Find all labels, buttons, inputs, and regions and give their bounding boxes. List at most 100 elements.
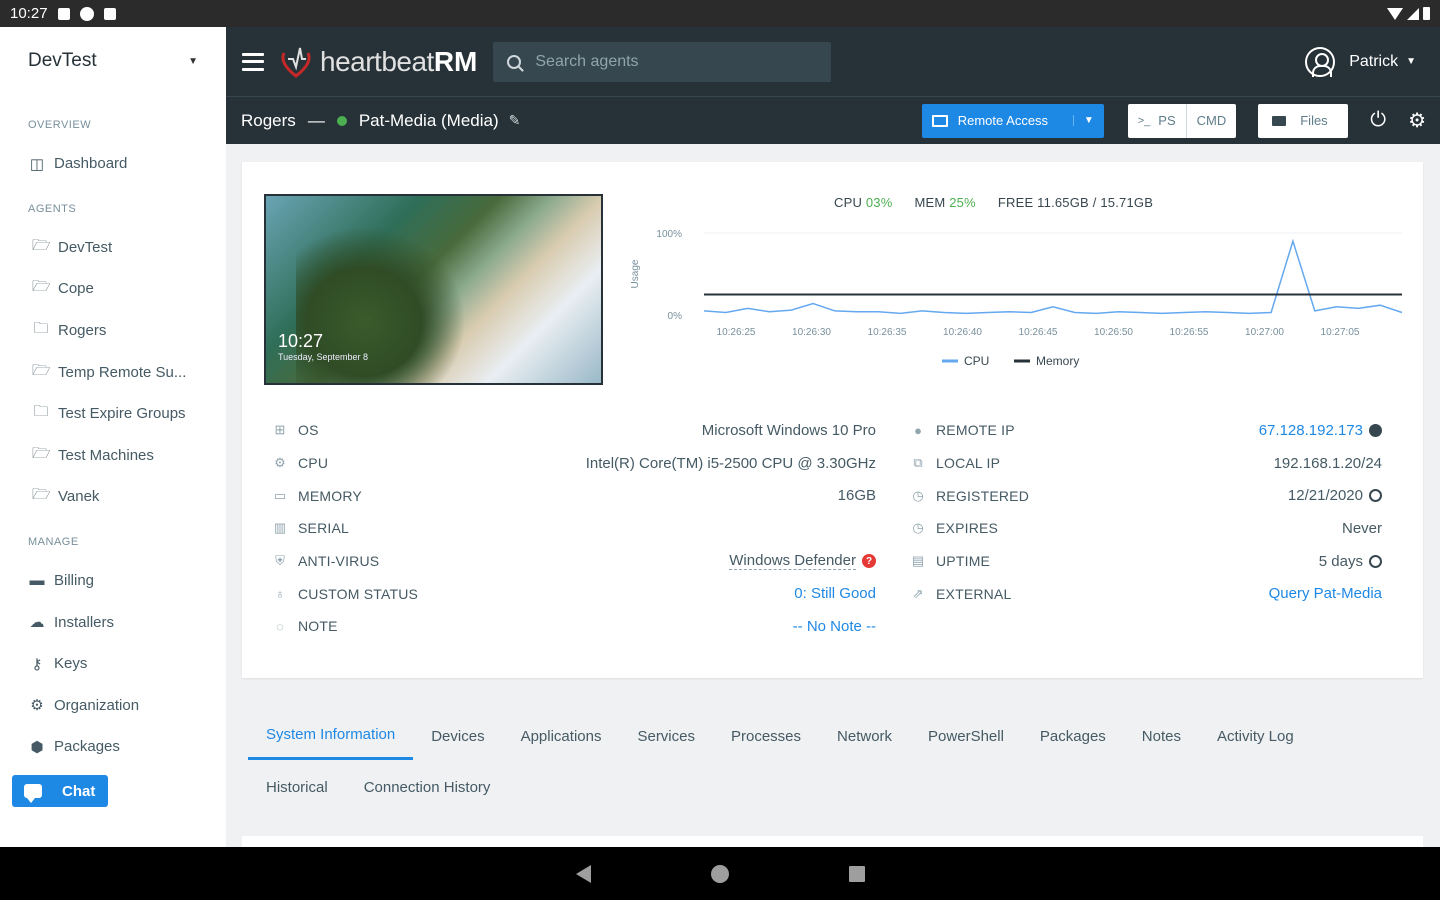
sidebar-item-keys[interactable]: ⚷ Keys (0, 643, 226, 685)
barcode-icon: ▥ (273, 520, 287, 536)
help-icon[interactable]: ? (862, 554, 876, 569)
user-name: Patrick (1349, 52, 1399, 70)
agent-overview-card: 10:27 Tuesday, September 8 CPU 03% MEM 2… (242, 162, 1423, 678)
chat-button[interactable]: Chat (12, 775, 108, 807)
sidebar-item-installers[interactable]: ☁ Installers (0, 601, 226, 643)
sidebar-item-billing[interactable]: ▬ Billing (0, 560, 226, 602)
info-label: CUSTOM STATUS (298, 585, 419, 602)
server-icon: ▤ (911, 553, 925, 569)
subtab-historical[interactable]: Historical (248, 770, 346, 804)
tab-system-information[interactable]: System Information (248, 712, 414, 760)
info-value[interactable]: Windows Defender? (729, 552, 876, 571)
folder-open-icon: 🗁 (32, 444, 51, 462)
app-logo: heartbeat RM (280, 45, 477, 79)
wifi-icon (1387, 7, 1403, 20)
key-icon: ⚷ (31, 655, 43, 673)
sidebar-item-test-machines[interactable]: 🗁 Test Machines (0, 435, 226, 477)
sidebar-item-label: Temp Remote Su... (58, 363, 187, 381)
x-tick-label: 10:26:35 (868, 327, 907, 338)
info-row-os: ⊞ OS Microsoft Windows 10 Pro (272, 414, 876, 447)
remote-access-button[interactable]: Remote Access ▼ (921, 103, 1104, 138)
info-row-note: ◌ NOTE -- No Note -- (272, 610, 876, 643)
comment-icon: ◌ (276, 618, 284, 634)
thumbnail-time: 10:27 (278, 331, 324, 351)
cmd-button[interactable]: CMD (1185, 103, 1237, 138)
user-menu[interactable]: Patrick ▼ (1305, 46, 1416, 77)
battery-icon (1423, 7, 1430, 20)
sidebar-item-test-expire-groups[interactable]: 🗀 Test Expire Groups (0, 393, 226, 435)
info-value: 16GB (838, 487, 876, 504)
tab-processes[interactable]: Processes (713, 712, 819, 760)
tab-powershell[interactable]: PowerShell (910, 712, 1022, 760)
storage-icon (103, 7, 116, 20)
recents-icon[interactable] (848, 865, 865, 882)
folder-icon: 🗀 (33, 320, 49, 338)
x-tick-label: 10:26:40 (943, 327, 982, 338)
info-value: 192.168.1.20/24 (1274, 455, 1382, 472)
info-value[interactable]: 67.128.192.173 (1259, 422, 1382, 439)
org-selector[interactable]: DevTest ▼ (0, 27, 226, 95)
powershell-button[interactable]: >_ PS (1128, 104, 1186, 138)
remote-access-label: Remote Access (957, 113, 1049, 128)
sidebar-item-temp-remote[interactable]: 🗁 Temp Remote Su... (0, 351, 226, 393)
sidebar-item-dashboard[interactable]: ◫ Dashboard (0, 143, 226, 185)
caret-down-icon[interactable]: ▼ (1072, 115, 1094, 126)
tab-applications[interactable]: Applications (503, 712, 620, 760)
info-row-external: ⇗ EXTERNAL Query Pat-Media (910, 577, 1382, 610)
info-row-registered: ◷ REGISTERED 12/21/2020 (910, 479, 1382, 512)
info-value[interactable]: 0: Still Good (794, 585, 876, 602)
x-tick-label: 10:26:55 (1170, 327, 1209, 338)
info-row-serial: ▥ SERIAL (272, 512, 876, 545)
subtab-connection-history[interactable]: Connection History (346, 770, 509, 804)
legend-label-cpu: CPU (964, 354, 989, 368)
sidebar-item-label: Installers (54, 613, 115, 631)
folder-open-icon: 🗁 (32, 486, 51, 504)
info-value: Never (1342, 520, 1382, 537)
clock-icon: ◷ (912, 520, 924, 536)
power-icon[interactable]: ⏻ (1370, 109, 1386, 132)
free-stat-label: FREE (997, 195, 1034, 210)
section-manage: MANAGE (28, 535, 79, 548)
folder-icon: 🗀 (33, 403, 49, 421)
sidebar-item-rogers[interactable]: 🗀 Rogers (0, 310, 226, 352)
logo-text: heartbeat (320, 45, 434, 77)
info-row-local-ip: ⧉ LOCAL IP 192.168.1.20/24 (910, 447, 1382, 480)
search-box (493, 41, 832, 82)
tab-services[interactable]: Services (619, 712, 713, 760)
info-label: UPTIME (936, 553, 991, 570)
tab-network[interactable]: Network (819, 712, 910, 760)
edit-pencil-icon[interactable]: ✎ (509, 112, 521, 129)
sidebar-item-packages[interactable]: ⬢ Packages (0, 726, 226, 768)
sidebar-item-cope[interactable]: 🗁 Cope (0, 268, 226, 310)
breadcrumb-separator: — (307, 110, 325, 130)
files-button[interactable]: Files (1258, 103, 1349, 138)
sidebar-item-vanek[interactable]: 🗁 Vanek (0, 476, 226, 518)
menu-icon[interactable] (242, 52, 264, 71)
home-icon[interactable] (710, 864, 729, 883)
search-input[interactable] (535, 52, 796, 71)
info-value-text: -- No Note -- (792, 617, 876, 635)
sidebar-item-organization[interactable]: ⚙ Organization (0, 685, 226, 727)
tab-activity-log[interactable]: Activity Log (1199, 712, 1312, 760)
credit-card-icon: ▬ (29, 572, 45, 590)
y-tick-label: 100% (656, 229, 682, 240)
info-value[interactable]: -- No Note -- (793, 618, 876, 635)
detail-subtabs: Historical Connection History (248, 770, 508, 804)
folder-icon (1272, 115, 1287, 126)
info-value: 12/21/2020 (1288, 487, 1382, 504)
chat-icon (24, 784, 42, 803)
tab-notes[interactable]: Notes (1124, 712, 1199, 760)
mem-stat: MEM 25% (915, 195, 976, 210)
tab-devices[interactable]: Devices (413, 712, 502, 760)
desktop-thumbnail[interactable]: 10:27 Tuesday, September 8 (264, 194, 603, 385)
usage-stats: CPU 03% MEM 25% FREE 11.65GB / 15.71GB (834, 195, 1153, 210)
gear-icon[interactable]: ⚙ (1408, 108, 1426, 133)
org-name: DevTest (28, 50, 97, 71)
top-navbar: heartbeatRM Patrick ▼ (226, 27, 1440, 96)
breadcrumb-group[interactable]: Rogers (241, 111, 296, 131)
network-icon: ⧉ (913, 455, 923, 471)
back-icon[interactable] (575, 864, 591, 883)
tab-packages[interactable]: Packages (1022, 712, 1124, 760)
info-value[interactable]: Query Pat-Media (1269, 585, 1382, 602)
sidebar-item-devtest[interactable]: 🗁 DevTest (0, 227, 226, 269)
